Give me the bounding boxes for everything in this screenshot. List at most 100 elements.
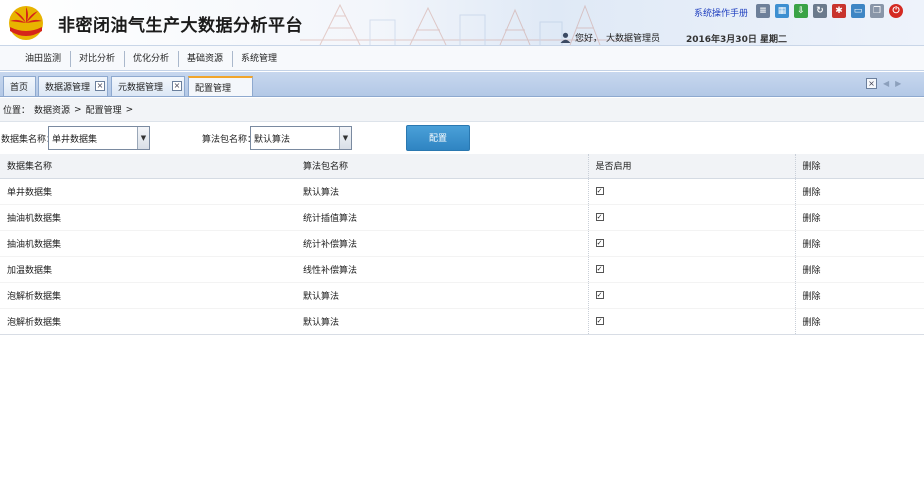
- cell-delete: 删除: [794, 178, 924, 205]
- breadcrumb-label: 位置：: [3, 106, 31, 116]
- user-icon: [560, 32, 571, 43]
- user-name: 大数据管理员: [606, 34, 661, 44]
- main-menu: 油田监测 对比分析 优化分析 基础资源 系统管理: [0, 45, 924, 71]
- cell-algorithm: 默认算法: [296, 282, 588, 309]
- close-icon[interactable]: ×: [95, 81, 105, 91]
- cell-dataset: 抽油机数据集: [0, 230, 296, 257]
- enabled-checkbox[interactable]: ✓: [595, 187, 604, 195]
- close-all-tabs-icon[interactable]: ×: [866, 78, 877, 89]
- tab-datasource-management[interactable]: 数据源管理 ×: [38, 76, 108, 96]
- column-header-dataset: 数据集名称: [0, 154, 296, 179]
- delete-link[interactable]: 删除: [803, 188, 821, 198]
- config-button[interactable]: 配置: [406, 125, 470, 151]
- delete-link[interactable]: 删除: [803, 266, 821, 276]
- cell-enabled: ✓: [587, 204, 795, 231]
- app-header: 非密闭油气生产大数据分析平台 系统操作手册 ≡ ▦ ⇩ ↻ ✱ ▭ ❐ ⏻ 您好…: [0, 0, 924, 45]
- tab-label: 配置管理: [195, 83, 232, 94]
- breadcrumb-item-config-management[interactable]: 配置管理: [86, 103, 122, 116]
- delete-link[interactable]: 删除: [803, 214, 821, 224]
- menu-item-base-resources[interactable]: 基础资源: [178, 51, 234, 67]
- enabled-checkbox[interactable]: ✓: [595, 265, 604, 273]
- table-row: 单井数据集 默认算法 ✓ 删除: [0, 178, 924, 205]
- current-date: 2016年3月30日 星期二: [686, 35, 787, 45]
- cell-algorithm: 统计补偿算法: [296, 230, 588, 257]
- delete-link[interactable]: 删除: [803, 240, 821, 250]
- manual-link[interactable]: 系统操作手册: [694, 6, 748, 19]
- cell-delete: 删除: [794, 282, 924, 309]
- cell-enabled: ✓: [587, 308, 795, 335]
- algorithm-label: 算法包名称：: [202, 135, 257, 145]
- breadcrumb: 位置： 数据资源 > 配置管理 >: [0, 98, 924, 122]
- cell-enabled: ✓: [587, 256, 795, 283]
- filter-bar: 数据集名称： 单井数据集 ▼ 算法包名称： 默认算法 ▼ 配置: [0, 123, 924, 153]
- user-info: 您好， 大数据管理员: [560, 31, 660, 44]
- table-row: 泡解析数据集 默认算法 ✓ 删除: [0, 308, 924, 335]
- menu-item-system-management[interactable]: 系统管理: [232, 51, 286, 67]
- close-icon[interactable]: ×: [172, 81, 182, 91]
- dataset-select-value: 单井数据集: [52, 134, 98, 145]
- list-icon[interactable]: ≡: [756, 4, 770, 18]
- delete-link[interactable]: 删除: [803, 292, 821, 302]
- column-header-algorithm: 算法包名称: [296, 154, 588, 179]
- dataset-select[interactable]: 单井数据集 ▼: [48, 126, 150, 150]
- cell-dataset: 单井数据集: [0, 178, 296, 205]
- monitor-icon[interactable]: ▭: [851, 4, 865, 18]
- power-icon[interactable]: ⏻: [889, 4, 903, 18]
- app-title: 非密闭油气生产大数据分析平台: [58, 16, 303, 36]
- tab-config-management[interactable]: 配置管理: [188, 76, 253, 96]
- chevron-down-icon[interactable]: ▼: [137, 127, 149, 149]
- table-row: 抽油机数据集 统计补偿算法 ✓ 删除: [0, 230, 924, 257]
- cell-dataset: 泡解析数据集: [0, 282, 296, 309]
- table-bottom-divider: [0, 334, 924, 335]
- chevron-right-icon[interactable]: ▶: [895, 79, 901, 88]
- algorithm-select[interactable]: 默认算法 ▼: [250, 126, 352, 150]
- menu-item-comparison-analysis[interactable]: 对比分析: [70, 51, 126, 67]
- tab-bar: 首页 数据源管理 × 元数据管理 × 配置管理 × ◀ ▶: [0, 72, 924, 97]
- cell-algorithm: 默认算法: [296, 178, 588, 205]
- config-table: 数据集名称 算法包名称 是否启用 删除 单井数据集 默认算法 ✓ 删除 抽油机数…: [0, 154, 924, 335]
- enabled-checkbox[interactable]: ✓: [595, 213, 604, 221]
- settings-icon[interactable]: ✱: [832, 4, 846, 18]
- window-icon[interactable]: ❐: [870, 4, 884, 18]
- download-icon[interactable]: ⇩: [794, 4, 808, 18]
- tab-label: 元数据管理: [118, 83, 164, 93]
- cell-delete: 删除: [794, 256, 924, 283]
- delete-link[interactable]: 删除: [803, 318, 821, 328]
- enabled-checkbox[interactable]: ✓: [595, 317, 604, 325]
- header-toolbar: ≡ ▦ ⇩ ↻ ✱ ▭ ❐ ⏻: [756, 4, 903, 18]
- column-header-enabled: 是否启用: [587, 154, 795, 179]
- table-row: 抽油机数据集 统计插值算法 ✓ 删除: [0, 204, 924, 231]
- breadcrumb-separator: >: [74, 104, 82, 115]
- breadcrumb-separator: >: [125, 104, 134, 115]
- enabled-checkbox[interactable]: ✓: [595, 239, 604, 247]
- cell-dataset: 泡解析数据集: [0, 308, 296, 335]
- table-row: 加温数据集 线性补偿算法 ✓ 删除: [0, 256, 924, 283]
- cell-algorithm: 默认算法: [296, 308, 588, 335]
- cell-delete: 删除: [794, 204, 924, 231]
- tab-home[interactable]: 首页: [3, 76, 36, 96]
- table-row: 泡解析数据集 默认算法 ✓ 删除: [0, 282, 924, 309]
- chevron-down-icon[interactable]: ▼: [339, 127, 351, 149]
- menu-item-oilfield-monitoring[interactable]: 油田监测: [16, 51, 72, 67]
- cell-algorithm: 统计插值算法: [296, 204, 588, 231]
- enabled-checkbox[interactable]: ✓: [595, 291, 604, 299]
- tab-metadata-management[interactable]: 元数据管理 ×: [111, 76, 185, 96]
- cell-enabled: ✓: [587, 230, 795, 257]
- cell-enabled: ✓: [587, 282, 795, 309]
- menu-item-optimization-analysis[interactable]: 优化分析: [124, 51, 180, 67]
- cell-dataset: 抽油机数据集: [0, 204, 296, 231]
- refresh-icon[interactable]: ↻: [813, 4, 827, 18]
- cell-enabled: ✓: [587, 178, 795, 205]
- greeting-text: 您好，: [575, 34, 603, 44]
- grid-icon[interactable]: ▦: [775, 4, 789, 18]
- tab-controls: × ◀ ▶: [866, 78, 901, 89]
- table-header-row: 数据集名称 算法包名称 是否启用 删除: [0, 154, 924, 179]
- chevron-left-icon[interactable]: ◀: [883, 79, 889, 88]
- tab-label: 首页: [10, 83, 29, 93]
- column-header-delete: 删除: [794, 154, 924, 179]
- dataset-label: 数据集名称：: [1, 135, 56, 145]
- petrochina-logo: [9, 6, 43, 40]
- cell-algorithm: 线性补偿算法: [296, 256, 588, 283]
- cell-delete: 删除: [794, 308, 924, 335]
- breadcrumb-item-data-resources[interactable]: 数据资源: [34, 103, 70, 116]
